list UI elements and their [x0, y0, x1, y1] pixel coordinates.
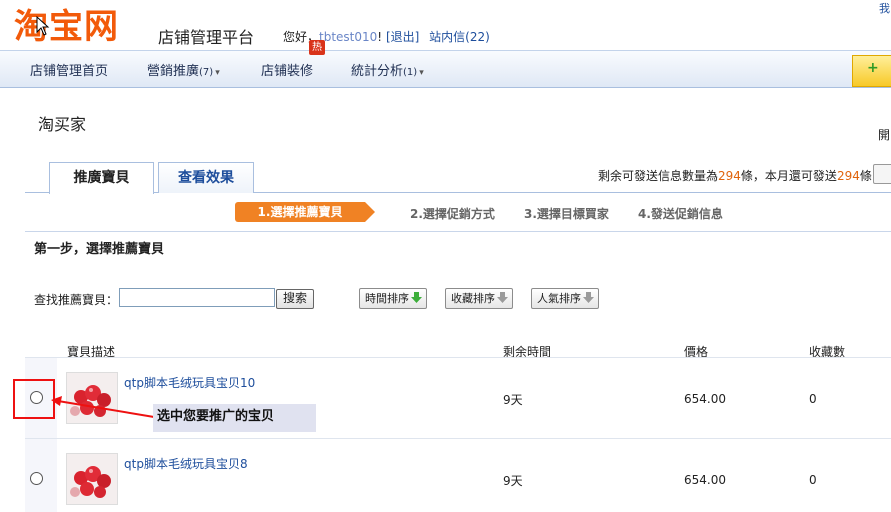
step-4: 4.發送促銷信息	[638, 207, 723, 221]
nav-item-marketing[interactable]: 營銷推廣(7) ▾	[147, 60, 220, 79]
annotation-label: 选中您要推广的宝贝	[153, 404, 316, 432]
inbox-link[interactable]: 站内信(22)	[429, 30, 490, 44]
item-remaining-time: 9天	[503, 474, 523, 488]
main-nav: 店铺管理首页 營銷推廣(7) ▾ 店铺裝修 統計分析(1) ▾	[0, 50, 891, 88]
top-right-link[interactable]: 我	[879, 0, 890, 16]
mouse-cursor-icon	[36, 16, 50, 36]
table-row-divider	[25, 438, 891, 439]
item-price: 654.00	[684, 473, 726, 487]
search-label: 查找推薦寶貝：	[34, 293, 119, 307]
logout-link[interactable]: [退出]	[386, 30, 419, 44]
side-text: 開	[878, 128, 891, 142]
greeting-sep: !	[377, 30, 383, 44]
step-3: 3.選擇目標買家	[524, 207, 609, 221]
nav-item-decoration[interactable]: 店铺裝修	[261, 60, 313, 79]
step-2: 2.選擇促銷方式	[410, 207, 495, 221]
quota-suffix: 條	[859, 169, 872, 183]
nav-item-statistics[interactable]: 統計分析(1) ▾	[351, 60, 424, 79]
search-input[interactable]	[119, 288, 275, 307]
platform-title: 店铺管理平台	[158, 28, 255, 47]
nav-item-marketing-label: 營銷推廣	[147, 64, 200, 79]
plus-icon: +	[867, 60, 879, 76]
quota-prefix: 剩余可發送信息數量為	[598, 169, 719, 183]
page-title: 淘买家	[38, 115, 87, 134]
nav-item-statistics-label: 統計分析	[351, 64, 404, 79]
arrow-down-icon	[411, 292, 422, 303]
quota-mid: 條，本月還可發送	[740, 169, 837, 183]
sort-by-popularity-label: 人氣排序	[537, 292, 581, 305]
annotation-arrow-icon	[51, 396, 155, 418]
item-price: 654.00	[684, 392, 726, 406]
sort-by-favorites-button[interactable]: 收藏排序	[445, 288, 513, 309]
strawberry-image-icon	[67, 454, 117, 504]
taobao-logo[interactable]: 淘宝网	[14, 8, 119, 46]
nav-item-shop-home[interactable]: 店铺管理首页	[30, 60, 108, 79]
add-button[interactable]: +	[852, 55, 891, 87]
item-favorites: 0	[809, 473, 817, 487]
username: tbtest010	[319, 30, 378, 44]
step-heading: 第一步，選擇推薦寶貝	[34, 242, 165, 257]
search-button[interactable]: 搜索	[276, 289, 314, 309]
step-1-active: 1.選擇推薦寶貝	[235, 202, 365, 222]
section-divider	[25, 231, 891, 232]
sort-by-popularity-button[interactable]: 人氣排序	[531, 288, 599, 309]
message-quota: 剩余可發送信息數量為294條，本月還可發送294條	[598, 167, 872, 184]
chevron-down-icon: ▾	[419, 68, 424, 78]
item-thumbnail[interactable]	[66, 453, 118, 505]
item-favorites: 0	[809, 392, 817, 406]
item-remaining-time: 9天	[503, 393, 523, 407]
quota-month: 294	[836, 169, 860, 183]
step-arrow-icon	[365, 202, 375, 222]
sort-by-time-button[interactable]: 時間排序	[359, 288, 427, 309]
nav-item-statistics-count: (1)	[403, 67, 418, 78]
item-title-link[interactable]: qtp脚本毛绒玩具宝贝10	[124, 374, 255, 391]
quota-remaining: 294	[718, 169, 741, 183]
tab-promote-items[interactable]: 推廣寶貝	[49, 162, 154, 194]
table-divider	[25, 357, 891, 358]
item-title-link[interactable]: qtp脚本毛绒玩具宝贝8	[124, 455, 248, 472]
tab-divider	[25, 192, 891, 193]
tab-view-results[interactable]: 查看效果	[158, 162, 254, 193]
sort-by-time-label: 時間排序	[365, 292, 409, 305]
hot-badge: 热	[309, 40, 325, 55]
arrow-down-icon	[497, 292, 508, 303]
quota-button[interactable]	[873, 164, 891, 184]
chevron-down-icon: ▾	[215, 68, 220, 78]
sort-by-favorites-label: 收藏排序	[451, 292, 495, 305]
select-radio[interactable]	[30, 472, 43, 485]
nav-item-marketing-count: (7)	[199, 67, 214, 78]
arrow-down-icon	[583, 292, 594, 303]
